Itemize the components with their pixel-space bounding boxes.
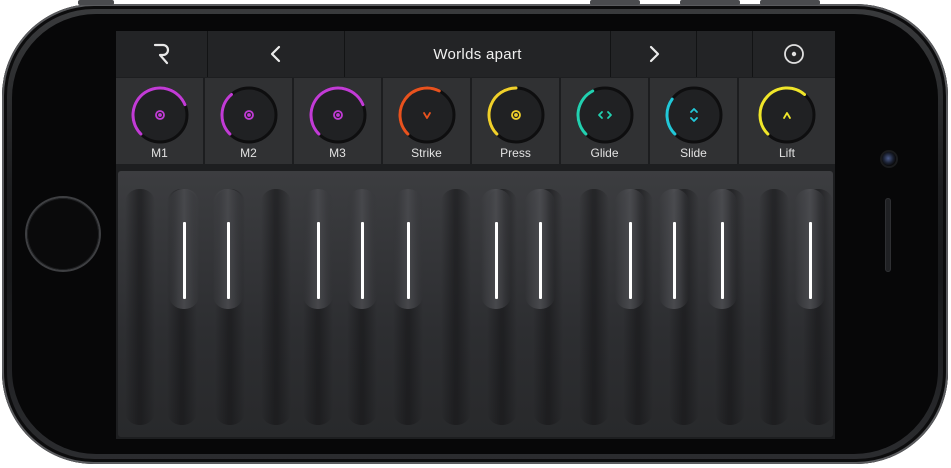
next-preset-button[interactable] <box>611 31 697 77</box>
chevron-right-icon <box>649 45 659 63</box>
black-key-indicator <box>361 222 364 299</box>
settings-button[interactable] <box>753 31 835 77</box>
dial-slide[interactable]: Slide <box>650 78 739 164</box>
dial-knob-icon <box>131 86 188 144</box>
dial-knob-icon <box>398 86 455 144</box>
circle-dot-icon <box>784 44 804 64</box>
roli-logo-icon <box>153 43 169 65</box>
dial-label: M1 <box>151 146 168 160</box>
power-button <box>590 0 640 5</box>
key-shade <box>759 189 789 425</box>
dial-label: Strike <box>411 146 442 160</box>
dial-knob-icon <box>758 86 816 144</box>
key-shade <box>125 189 155 425</box>
logo-button[interactable] <box>116 31 208 77</box>
black-key-indicator <box>721 222 724 299</box>
dimension-dials: M1 M2 M3 Strike Press Glide Slide Lift <box>116 78 835 164</box>
dial-m2[interactable]: M2 <box>205 78 294 164</box>
black-key-indicator <box>227 222 230 299</box>
earpiece-speaker <box>885 198 891 272</box>
dial-strike[interactable]: Strike <box>383 78 472 164</box>
front-camera <box>882 152 896 166</box>
dial-m3[interactable]: M3 <box>294 78 383 164</box>
black-key-indicator <box>495 222 498 299</box>
dial-m1[interactable]: M1 <box>116 78 205 164</box>
dial-press[interactable]: Press <box>472 78 561 164</box>
dial-label: Press <box>500 146 531 160</box>
black-key-indicator <box>407 222 410 299</box>
key-shade <box>579 189 609 425</box>
header-bar: Worlds apart <box>116 31 835 77</box>
preset-name: Worlds apart <box>433 45 522 63</box>
dial-knob-icon <box>220 86 277 144</box>
dial-label: Slide <box>680 146 707 160</box>
key-shade <box>261 189 291 425</box>
dial-knob-icon <box>665 86 722 144</box>
dial-label: M3 <box>329 146 346 160</box>
black-key-indicator <box>673 222 676 299</box>
dial-glide[interactable]: Glide <box>561 78 650 164</box>
dial-label: M2 <box>240 146 257 160</box>
key-shade <box>441 189 471 425</box>
home-button[interactable] <box>27 198 99 270</box>
black-key-indicator <box>183 222 186 299</box>
app-screen: Worlds apart M1 M2 M3 Strike Press Glide Slide… <box>116 31 835 439</box>
dial-knob-icon <box>576 86 633 144</box>
dial-knob-icon <box>309 86 366 144</box>
keyboard-surface[interactable] <box>118 171 833 437</box>
chevron-left-icon <box>270 45 281 63</box>
black-key-indicator <box>539 222 542 299</box>
volume-up-button <box>680 0 740 5</box>
preset-title[interactable]: Worlds apart <box>345 31 611 77</box>
black-key-indicator <box>809 222 812 299</box>
previous-preset-button[interactable] <box>208 31 345 77</box>
silent-switch <box>78 0 114 5</box>
dial-knob-icon <box>487 86 544 144</box>
dial-label: Lift <box>778 146 795 160</box>
volume-down-button <box>760 0 820 5</box>
black-key-indicator <box>317 222 320 299</box>
dial-label: Glide <box>590 146 619 160</box>
dial-lift[interactable]: Lift <box>739 78 835 164</box>
spacer-cell <box>697 31 753 77</box>
black-key-indicator <box>629 222 632 299</box>
